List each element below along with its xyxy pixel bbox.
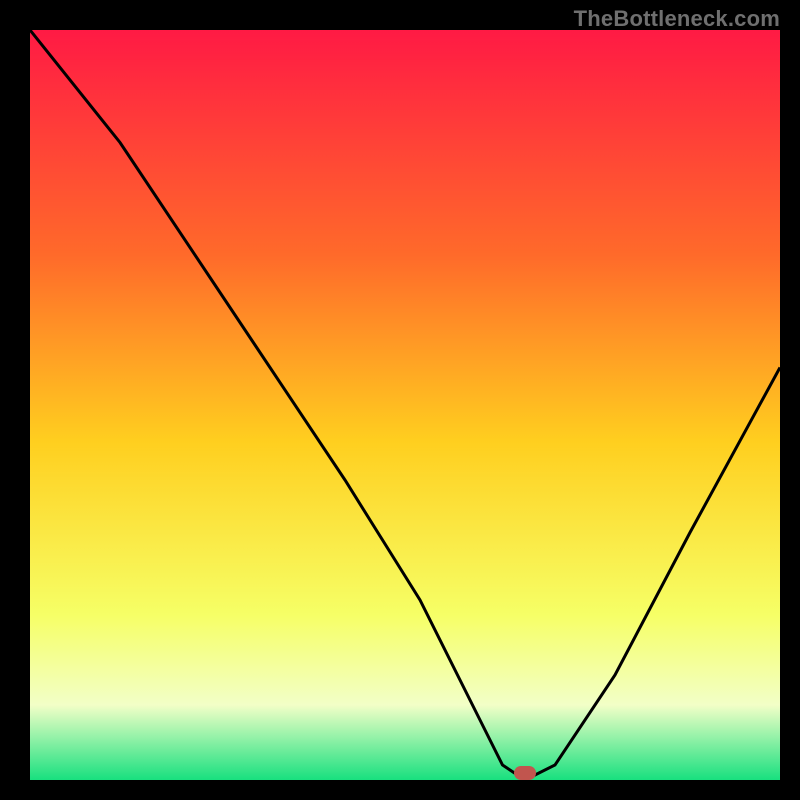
gradient-plot [30,30,780,780]
watermark-text: TheBottleneck.com [574,6,780,32]
gradient-background [30,30,780,780]
optimal-marker [514,766,536,780]
chart-frame: TheBottleneck.com [0,0,800,800]
plot-area [30,30,780,780]
